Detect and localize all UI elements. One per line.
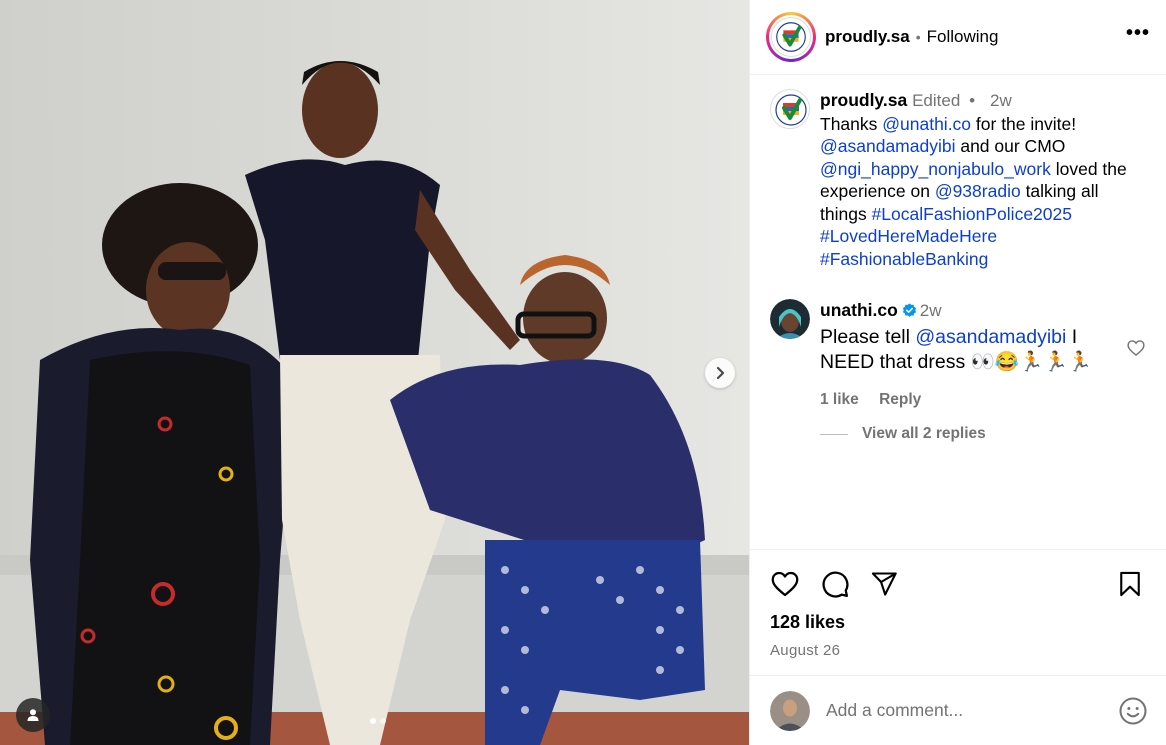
author-avatar[interactable] [766, 12, 816, 62]
edited-label: Edited [912, 91, 961, 110]
chevron-right-icon [716, 366, 725, 380]
more-options-icon[interactable]: ••• [1126, 22, 1150, 53]
tagged-users-button[interactable] [16, 698, 50, 732]
comment-button[interactable] [820, 569, 850, 599]
post-photo [0, 0, 749, 745]
likes-count[interactable]: 128 likes [770, 612, 1146, 633]
header-separator: • [915, 29, 921, 45]
post-side-panel: proudly.sa • Following ••• proudly.sa Ed… [749, 0, 1166, 745]
post-actions: 128 likes August 26 [750, 549, 1166, 659]
next-photo-button[interactable] [705, 358, 735, 388]
carousel-dot [370, 718, 376, 724]
comment-likes-count[interactable]: 1 like [820, 391, 859, 408]
caption-text-segment: Thanks [820, 113, 883, 134]
bookmark-icon [1120, 571, 1140, 597]
current-user-avatar-image [770, 690, 810, 731]
comments-section: proudly.sa Edited • 2w Thanks @unathi.co… [750, 76, 1166, 549]
comment-text-start: Please tell [820, 325, 916, 348]
caption: proudly.sa Edited • 2w Thanks @unathi.co… [770, 89, 1150, 270]
caption-link[interactable]: #FashionableBanking [820, 249, 988, 269]
caption-link[interactable]: #LovedHereMadeHere [820, 226, 997, 246]
post-header: proudly.sa • Following ••• [750, 0, 1166, 75]
verified-badge-icon [902, 303, 916, 317]
caption-link[interactable]: @unathi.co [882, 114, 971, 134]
caption-link[interactable]: #LocalFashionPolice2025 [872, 204, 1072, 224]
comment-body: unathi.co 2w Please tell @asandamadyibi … [820, 299, 1110, 411]
following-button[interactable]: Following [927, 27, 999, 47]
like-button[interactable] [770, 569, 800, 599]
caption-link[interactable]: @ngi_happy_nonjabulo_work [820, 159, 1051, 179]
comment: unathi.co 2w Please tell @asandamadyibi … [770, 299, 1150, 411]
commenter-avatar-image [770, 299, 810, 339]
view-replies-button[interactable]: View all 2 replies [820, 425, 986, 443]
author-avatar-inner [769, 15, 813, 59]
current-user-avatar[interactable] [770, 690, 810, 731]
caption-text: Thanks @unathi.co for the invite! @asand… [820, 114, 1127, 269]
save-button[interactable] [1116, 570, 1144, 598]
replies-divider [820, 433, 848, 435]
commenter-avatar[interactable] [770, 299, 810, 339]
caption-link[interactable]: @asandamadyibi [820, 136, 955, 156]
comment-mention[interactable]: @asandamadyibi [915, 326, 1066, 348]
add-comment-input[interactable] [826, 700, 1118, 721]
share-icon [871, 572, 897, 596]
caption-body: proudly.sa Edited • 2w Thanks @unathi.co… [820, 89, 1130, 270]
proudly-sa-logo [771, 17, 811, 57]
author-username[interactable]: proudly.sa [825, 27, 910, 47]
caption-time[interactable]: 2w [990, 91, 1012, 110]
heart-icon [771, 571, 799, 597]
comment-text: Please tell @asandamadyibi I NEED that d… [820, 325, 1110, 375]
view-replies-label: View all 2 replies [862, 425, 986, 442]
caption-link[interactable]: @938radio [935, 181, 1021, 201]
emoji-button[interactable] [1118, 696, 1148, 726]
post-date[interactable]: August 26 [770, 642, 1146, 659]
caption-dot: • [969, 91, 976, 110]
comment-icon [822, 571, 849, 598]
carousel-indicator [370, 718, 386, 724]
comment-meta: 1 like Reply [820, 389, 1110, 412]
action-buttons [770, 568, 1146, 600]
proudly-sa-logo [771, 90, 809, 128]
caption-text-segment: for the invite! [971, 113, 1077, 134]
caption-text-segment: and our CMO [955, 136, 1066, 156]
share-button[interactable] [870, 570, 898, 598]
caption-author[interactable]: proudly.sa [820, 90, 907, 110]
reply-button[interactable]: Reply [879, 391, 921, 408]
post-media[interactable] [0, 0, 749, 745]
comment-time[interactable]: 2w [920, 301, 942, 320]
caption-author-avatar[interactable] [770, 89, 810, 129]
user-tag-icon [27, 709, 39, 721]
comment-composer [750, 675, 1166, 745]
emoji-icon [1119, 697, 1147, 724]
commenter-username[interactable]: unathi.co [820, 300, 898, 320]
carousel-dot [380, 718, 386, 724]
comment-like-heart-icon[interactable] [1126, 338, 1146, 358]
